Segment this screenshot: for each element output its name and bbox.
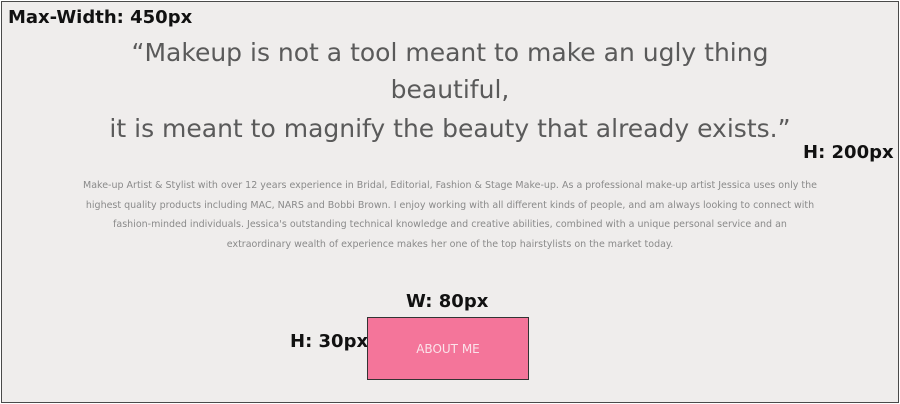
about-me-button-label: ABOUT ME [416, 341, 480, 356]
button-height-annotation: H: 30px [290, 331, 369, 352]
quote-line-1: “Makeup is not a tool meant to make an u… [131, 38, 769, 67]
quote-line-2: beautiful, [390, 75, 510, 104]
about-me-button[interactable]: ABOUT ME [367, 317, 529, 380]
max-width-annotation: Max-Width: 450px [8, 7, 193, 28]
button-width-annotation: W: 80px [406, 291, 489, 312]
section-height-annotation: H: 200px [803, 142, 894, 163]
bio-paragraph: Make-up Artist & Stylist with over 12 ye… [83, 180, 817, 250]
quote-line-3: it is meant to magnify the beauty that a… [109, 114, 791, 143]
